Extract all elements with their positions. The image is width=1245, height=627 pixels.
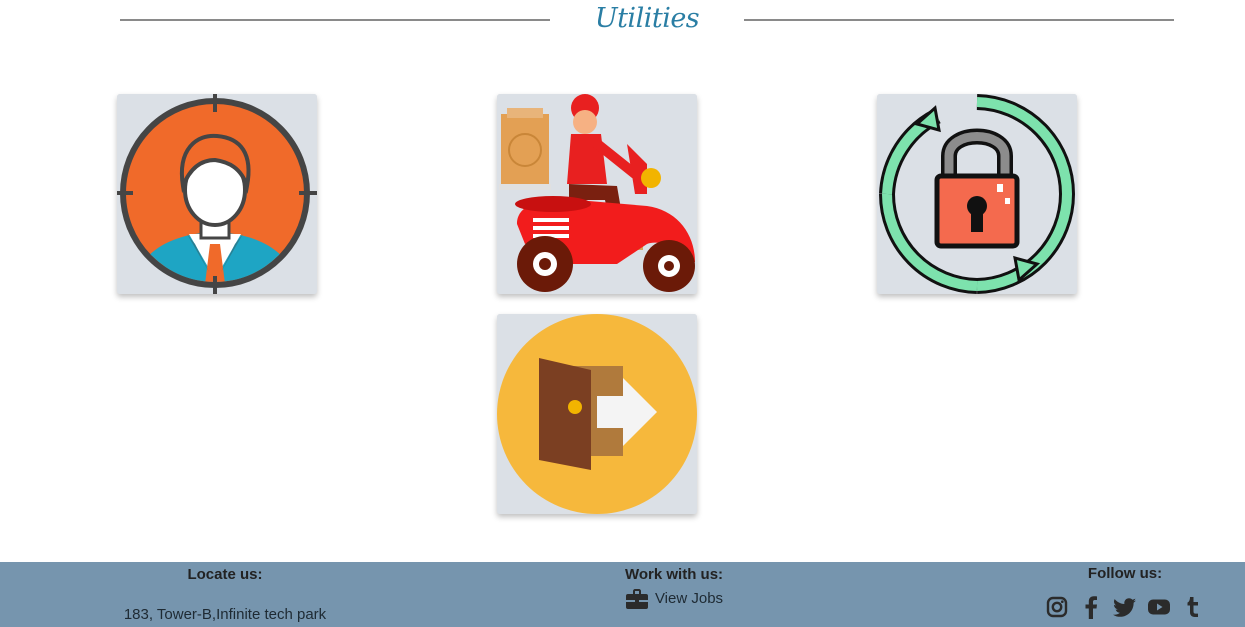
logout-tile[interactable] bbox=[497, 314, 697, 514]
page-title: Utilities bbox=[594, 3, 700, 34]
footer-work-section: Work with us: View Jobs bbox=[574, 566, 774, 615]
view-jobs-label: View Jobs bbox=[654, 590, 724, 607]
footer-follow-section: Follow us: bbox=[1040, 565, 1210, 619]
twitter-icon[interactable] bbox=[1113, 595, 1137, 619]
user-target-icon bbox=[117, 94, 317, 294]
youtube-icon[interactable] bbox=[1147, 595, 1171, 619]
address-text: 183, Tower-B,Infinite tech park bbox=[123, 606, 327, 623]
heading-divider-left bbox=[120, 19, 550, 21]
password-tile[interactable] bbox=[877, 94, 1077, 294]
footer: Locate us: 183, Tower-B,Infinite tech pa… bbox=[0, 562, 1245, 627]
utilities-page: Utilities Locate us: 183, Tower-B,Infini… bbox=[0, 0, 1245, 627]
delivery-tile[interactable] bbox=[497, 94, 697, 294]
exit-door-icon bbox=[497, 314, 697, 514]
profile-tile[interactable] bbox=[117, 94, 317, 294]
delivery-scooter-icon bbox=[497, 94, 697, 294]
follow-heading: Follow us: bbox=[1087, 565, 1163, 582]
social-links bbox=[1040, 595, 1210, 619]
view-jobs-link[interactable]: View Jobs bbox=[625, 588, 723, 610]
facebook-icon[interactable] bbox=[1079, 595, 1103, 619]
lock-refresh-icon bbox=[877, 94, 1077, 294]
footer-locate-section: Locate us: 183, Tower-B,Infinite tech pa… bbox=[110, 566, 340, 624]
heading-divider-right bbox=[744, 19, 1174, 21]
tumblr-icon[interactable] bbox=[1181, 595, 1205, 619]
instagram-icon[interactable] bbox=[1045, 595, 1069, 619]
locate-heading: Locate us: bbox=[187, 566, 263, 583]
work-heading: Work with us: bbox=[624, 566, 724, 583]
briefcase-icon bbox=[625, 589, 648, 609]
